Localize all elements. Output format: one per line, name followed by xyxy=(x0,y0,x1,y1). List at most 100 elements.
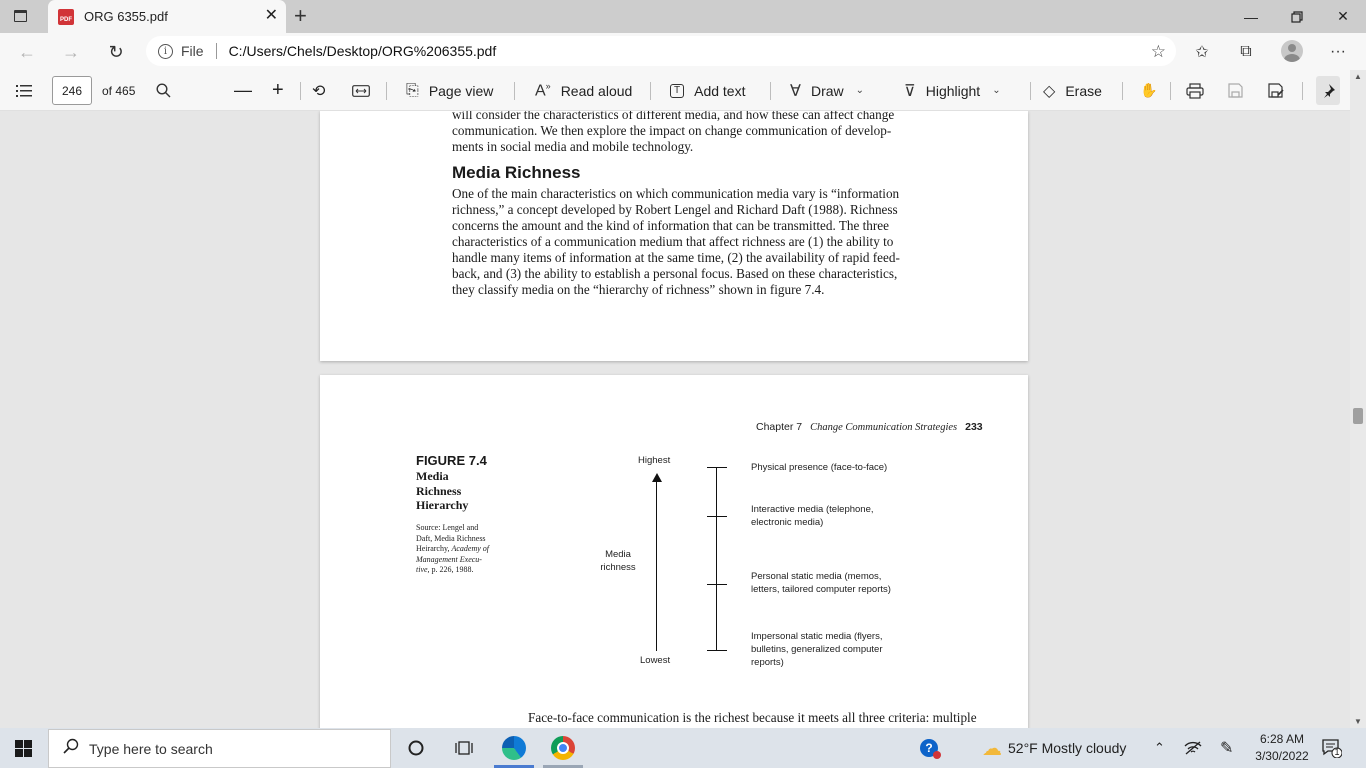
partly-cloudy-icon: ☁ xyxy=(982,737,1002,760)
axis-bottom-label: Lowest xyxy=(640,655,671,666)
address-bar: ← → ↻ i File C:/Users/Chels/Desktop/ORG%… xyxy=(0,33,1366,70)
add-favorite-icon[interactable]: ☆ xyxy=(1151,42,1166,62)
chrome-taskbar-icon[interactable] xyxy=(549,734,577,762)
fit-page-icon[interactable] xyxy=(352,70,370,111)
more-options-icon[interactable]: ··· xyxy=(1326,40,1350,64)
scroll-up-icon[interactable]: ▲ xyxy=(1350,72,1366,81)
collections-icon[interactable]: ⧉ xyxy=(1234,40,1258,64)
page-total: of 465 xyxy=(102,83,136,98)
clock-date: 3/30/2022 xyxy=(1255,749,1309,763)
text-line: One of the main characteristics on which… xyxy=(452,186,900,201)
source-line: Daft, Media Richness xyxy=(416,533,486,543)
level-line: reports) xyxy=(751,657,784,668)
add-text-button[interactable]: T Add text xyxy=(670,70,745,111)
clock-time: 6:28 AM xyxy=(1259,732,1305,746)
url-text: C:/Users/Chels/Desktop/ORG%206355.pdf xyxy=(228,43,497,59)
source-line: Heirarchy, xyxy=(416,544,450,553)
figure-title-line: Media xyxy=(416,469,449,483)
show-hidden-icons[interactable]: ⌃ xyxy=(1154,728,1165,768)
scale-tick xyxy=(707,584,727,586)
pen-workspace-icon[interactable]: ✎ xyxy=(1220,728,1233,768)
eraser-icon: ◇ xyxy=(1043,82,1056,100)
toolbar-divider xyxy=(300,82,301,100)
tab-close-icon[interactable]: ✕ xyxy=(265,8,278,24)
text-line: characteristics of a communication mediu… xyxy=(452,234,894,249)
taskbar-clock[interactable]: 6:28 AM 3/30/2022 xyxy=(1250,731,1314,765)
running-head: Chapter 7 Change Communication Strategies… xyxy=(756,421,983,433)
read-aloud-button[interactable]: A» Read aloud xyxy=(535,70,632,111)
url-field[interactable]: i File C:/Users/Chels/Desktop/ORG%206355… xyxy=(146,36,1176,66)
contents-icon[interactable] xyxy=(16,70,32,111)
level-line: letters, tailored computer reports) xyxy=(751,584,891,595)
toolbar-divider xyxy=(1302,82,1303,100)
axis-top-label: Highest xyxy=(638,455,671,466)
chevron-down-icon[interactable]: ⌄ xyxy=(856,85,864,96)
notification-center-icon[interactable]: 1 xyxy=(1322,738,1343,759)
tab-org-pdf[interactable]: PDF ORG 6355.pdf ✕ xyxy=(48,0,286,33)
tab-title: ORG 6355.pdf xyxy=(84,9,168,24)
forward-button[interactable]: → xyxy=(58,39,84,65)
erase-button[interactable]: ◇ Erase xyxy=(1043,70,1102,111)
close-window-button[interactable]: ✕ xyxy=(1320,0,1366,33)
text-line: ments in social media and mobile technol… xyxy=(452,139,694,154)
restore-button[interactable] xyxy=(1274,0,1320,33)
draw-button[interactable]: ∀ Draw ⌄ xyxy=(790,70,864,111)
scroll-down-icon[interactable]: ▼ xyxy=(1350,717,1366,726)
new-tab-button[interactable]: + xyxy=(294,5,307,27)
highlight-button[interactable]: ⊽ Highlight ⌄ xyxy=(904,70,1001,111)
favorites-icon[interactable]: ✩ xyxy=(1190,40,1214,64)
save-icon[interactable] xyxy=(1228,70,1243,111)
find-icon[interactable] xyxy=(156,70,171,111)
info-icon[interactable]: i xyxy=(158,43,173,59)
level-line: electronic media) xyxy=(751,517,824,528)
document-viewer[interactable]: will consider the characteristics of dif… xyxy=(0,111,1350,728)
highlight-label: Highlight xyxy=(925,82,981,99)
refresh-button[interactable]: ↻ xyxy=(103,39,129,65)
taskbar-search-box[interactable]: Type here to search xyxy=(48,729,391,768)
figure-source: Source: Lengel and Daft, Media Richness … xyxy=(416,523,508,576)
add-text-icon: T xyxy=(670,83,685,98)
page2-body-text: Face-to-face communication is the riches… xyxy=(528,710,977,725)
vertical-scrollbar[interactable]: ▲ ▼ xyxy=(1350,70,1366,728)
text-line: concerns the amount and the kind of info… xyxy=(452,218,890,233)
figure-title: Media Richness Hierarchy xyxy=(416,469,506,513)
zoom-out-button[interactable]: — xyxy=(234,70,252,111)
page-view-icon: ⎘ xyxy=(406,81,419,99)
axis-label: Media richness xyxy=(596,548,640,574)
draw-label: Draw xyxy=(810,82,844,99)
tab-actions-button[interactable] xyxy=(8,6,32,26)
figure-title-line: Hierarchy xyxy=(416,498,469,512)
taskbar: Type here to search ? ☁ 52°F Mostly clou… xyxy=(0,728,1366,768)
print-icon[interactable] xyxy=(1186,70,1204,111)
save-as-icon[interactable] xyxy=(1268,70,1285,111)
task-view-icon[interactable] xyxy=(450,734,478,762)
windows-start-icon[interactable] xyxy=(15,740,32,757)
network-offline-icon[interactable] xyxy=(1184,728,1202,768)
read-aloud-label: Read aloud xyxy=(560,82,633,99)
level-interactive-media: Interactive media (telephone, electronic… xyxy=(751,503,874,529)
profile-avatar[interactable] xyxy=(1281,40,1303,62)
highlight-icon: ⊽ xyxy=(904,82,916,100)
page-view-button[interactable]: ⎘ Page view xyxy=(406,70,493,111)
touch-write-icon[interactable]: ✋ xyxy=(1140,70,1157,111)
read-aloud-icon: A» xyxy=(535,80,551,100)
source-line: tive, xyxy=(416,565,430,574)
minimize-button[interactable]: — xyxy=(1228,0,1274,33)
scroll-thumb[interactable] xyxy=(1353,408,1363,424)
edge-taskbar-icon[interactable] xyxy=(500,734,528,762)
weather-widget[interactable]: ☁ 52°F Mostly cloudy xyxy=(982,728,1126,768)
zoom-in-button[interactable]: + xyxy=(272,70,284,111)
help-tray-icon[interactable]: ? xyxy=(920,728,941,768)
url-separator xyxy=(215,43,217,59)
chevron-down-icon[interactable]: ⌄ xyxy=(992,85,1000,96)
search-placeholder: Type here to search xyxy=(89,740,213,757)
pdf-file-icon: PDF xyxy=(58,8,74,25)
cortana-icon[interactable] xyxy=(402,734,430,762)
source-line: p. 226, 1988. xyxy=(431,565,474,574)
page-number: 233 xyxy=(965,421,983,433)
page-view-label: Page view xyxy=(428,82,494,99)
pin-toolbar-icon[interactable] xyxy=(1316,76,1340,105)
rotate-icon[interactable]: ⟲ xyxy=(312,70,325,111)
back-button[interactable]: ← xyxy=(14,39,40,65)
page-number-input[interactable]: 246 xyxy=(52,76,92,105)
